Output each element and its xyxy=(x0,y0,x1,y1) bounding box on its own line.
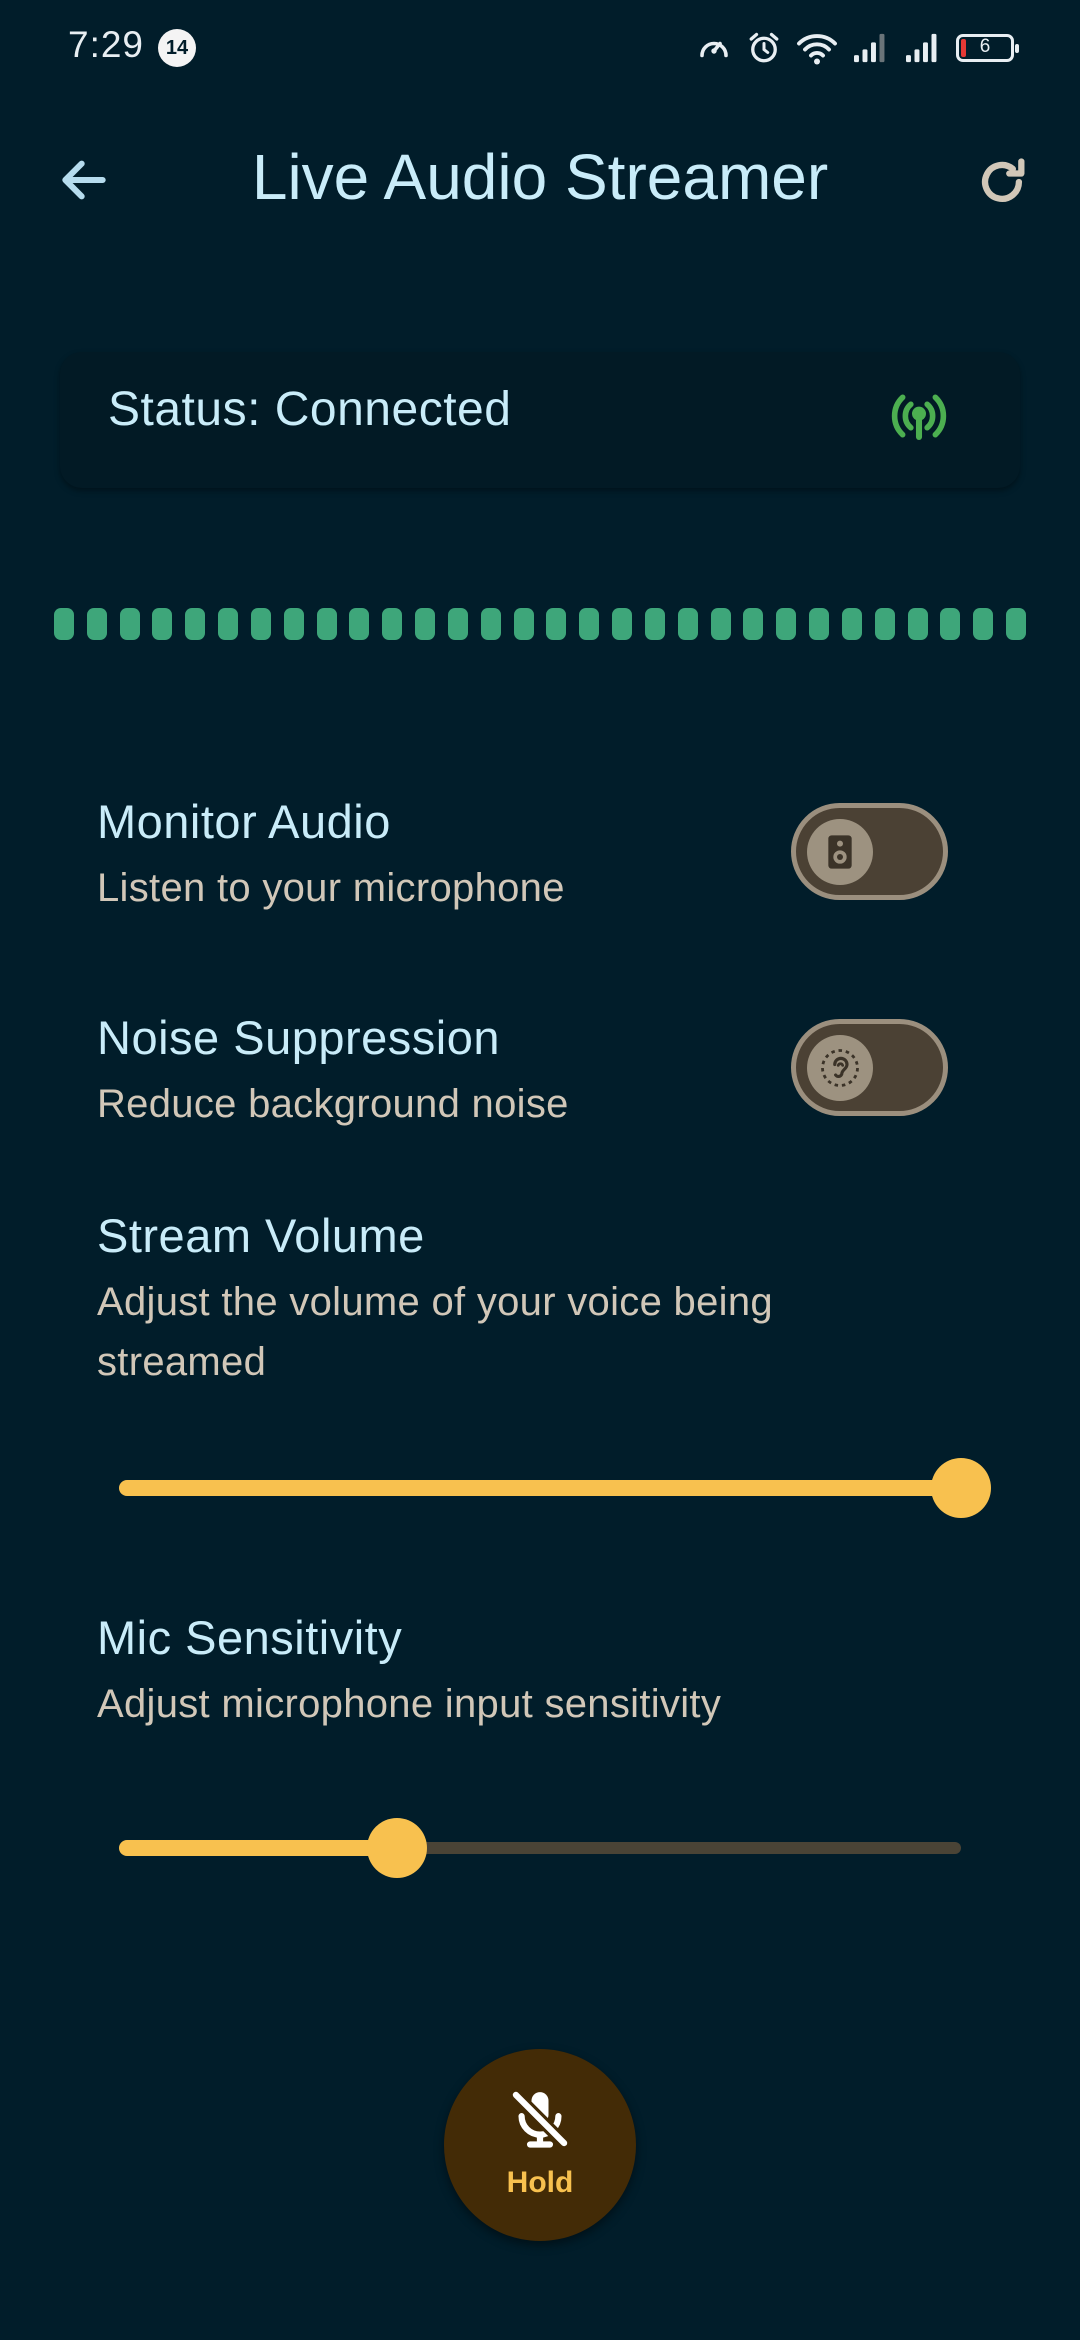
audio-level-meter xyxy=(54,608,1026,640)
battery-icon: 6 xyxy=(956,34,1019,62)
level-meter-segment xyxy=(612,608,633,640)
mic-sensitivity-subtitle: Adjust microphone input sensitivity xyxy=(97,1682,722,1726)
level-meter-segment xyxy=(349,608,370,640)
mic-off-icon xyxy=(509,2088,571,2150)
level-meter-segment xyxy=(940,608,961,640)
level-meter-segment xyxy=(415,608,436,640)
battery-level-text: 6 xyxy=(979,36,991,57)
connection-status-card: Status: Connected xyxy=(60,352,1020,488)
level-meter-segment xyxy=(546,608,567,640)
slider-fill xyxy=(119,1840,397,1856)
level-meter-segment xyxy=(119,608,140,640)
level-meter-segment xyxy=(973,608,994,640)
level-meter-segment xyxy=(382,608,403,640)
alarm-icon xyxy=(749,32,779,63)
slider-thumb[interactable] xyxy=(366,1818,427,1878)
cell-signal-icon xyxy=(854,33,885,63)
system-status-bar: 7:29 14 6 xyxy=(0,0,1080,96)
level-meter-segment xyxy=(54,608,74,640)
noise-suppression-toggle[interactable] xyxy=(791,1019,948,1116)
app-screen: 7:29 14 6 Live Audio Streamer Status: Co… xyxy=(0,0,1080,2340)
mic-sensitivity-slider[interactable] xyxy=(119,1818,961,1878)
app-bar: Live Audio Streamer xyxy=(0,120,1080,236)
connection-status-text: Status: Connected xyxy=(108,383,512,436)
level-meter-segment xyxy=(644,608,665,640)
level-meter-segment xyxy=(513,608,534,640)
level-meter-segment xyxy=(809,608,830,640)
level-meter-segment xyxy=(185,608,206,640)
toggle-thumb xyxy=(807,1035,873,1101)
speaker-icon xyxy=(828,835,852,869)
mic-sensitivity-title: Mic Sensitivity xyxy=(97,1611,403,1664)
notification-count-badge: 14 xyxy=(158,29,196,67)
refresh-button[interactable] xyxy=(964,144,1040,220)
noise-suppression-subtitle: Reduce background noise xyxy=(97,1082,569,1126)
hold-button-label: Hold xyxy=(506,2166,574,2199)
level-meter-segment xyxy=(907,608,928,640)
noise-suppression-title: Noise Suppression xyxy=(97,1011,500,1064)
status-icons: 6 xyxy=(696,26,1019,70)
broadcast-tower-icon xyxy=(891,394,947,441)
level-meter-segment xyxy=(776,608,797,640)
hearing-icon xyxy=(821,1049,859,1087)
cell-signal-icon xyxy=(906,33,937,63)
status-time: 7:29 xyxy=(68,24,145,65)
level-meter-segment xyxy=(677,608,698,640)
monitor-audio-toggle[interactable] xyxy=(791,803,948,900)
level-meter-segment xyxy=(283,608,304,640)
speedometer-icon xyxy=(700,41,728,58)
level-meter-segment xyxy=(1006,608,1026,640)
level-meter-segment xyxy=(218,608,239,640)
stream-volume-slider[interactable] xyxy=(119,1458,991,1518)
page-title: Live Audio Streamer xyxy=(251,141,829,213)
wifi-icon xyxy=(797,34,837,65)
level-meter-segment xyxy=(480,608,501,640)
refresh-icon xyxy=(981,158,1025,202)
monitor-audio-title: Monitor Audio xyxy=(97,795,391,848)
level-meter-segment xyxy=(250,608,271,640)
level-meter-segment xyxy=(152,608,173,640)
level-meter-segment xyxy=(447,608,468,640)
level-meter-segment xyxy=(86,608,107,640)
toggle-thumb xyxy=(807,819,873,885)
level-meter-segment xyxy=(579,608,600,640)
slider-fill xyxy=(119,1480,961,1496)
level-meter-segment xyxy=(874,608,895,640)
hold-button[interactable]: Hold xyxy=(444,2049,636,2241)
monitor-audio-subtitle: Listen to your microphone xyxy=(97,866,565,910)
stream-volume-subtitle: Adjust the volume of your voice being st… xyxy=(97,1280,773,1384)
level-meter-segment xyxy=(316,608,337,640)
stream-volume-title: Stream Volume xyxy=(97,1209,425,1262)
level-meter-segment xyxy=(841,608,862,640)
level-meter-segment xyxy=(743,608,764,640)
slider-thumb[interactable] xyxy=(931,1458,991,1518)
level-meter-segment xyxy=(710,608,731,640)
